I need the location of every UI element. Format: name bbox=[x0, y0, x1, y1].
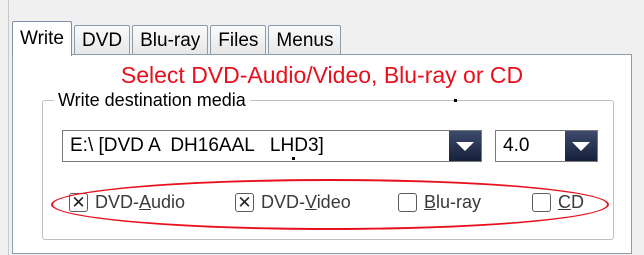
tab-dvd[interactable]: DVD bbox=[73, 25, 131, 55]
drive-dropdown[interactable]: E:\ [DVD A DH16AAL LHD3] bbox=[62, 130, 482, 162]
blu-ray-checkbox[interactable] bbox=[398, 192, 417, 212]
write-tab-panel: Select DVD-Audio/Video, Blu-ray or CD Wr… bbox=[12, 54, 632, 254]
blu-ray-option[interactable]: Blu-ray bbox=[398, 188, 481, 216]
tab-strip: Write DVD Blu-ray Files Menus bbox=[12, 19, 343, 56]
dvd-audio-checkbox[interactable]: ✕ bbox=[69, 192, 88, 212]
group-legend: Write destination media bbox=[54, 89, 250, 111]
dvd-video-label: DVD-Video bbox=[261, 191, 351, 212]
dvd-video-option[interactable]: ✕ DVD-Video bbox=[235, 188, 351, 216]
write-destination-group: Write destination media E:\ [DVD A DH16A… bbox=[42, 89, 614, 240]
stray-dot bbox=[292, 157, 295, 160]
dvd-audio-label: DVD-Audio bbox=[95, 191, 186, 212]
drive-dropdown-button[interactable] bbox=[449, 131, 481, 161]
tab-write[interactable]: Write bbox=[12, 21, 72, 56]
tab-menus[interactable]: Menus bbox=[268, 25, 342, 55]
cd-checkbox[interactable] bbox=[532, 192, 551, 212]
tab-blu-ray[interactable]: Blu-ray bbox=[132, 25, 209, 55]
cd-option[interactable]: CD bbox=[532, 188, 584, 216]
window-edge bbox=[0, 0, 9, 255]
stray-dot bbox=[454, 99, 457, 102]
speed-value: 4.0 bbox=[503, 135, 530, 156]
instruction-annotation: Select DVD-Audio/Video, Blu-ray or CD bbox=[120, 62, 524, 88]
chevron-down-icon bbox=[456, 141, 474, 151]
dvd-audio-option[interactable]: ✕ DVD-Audio bbox=[69, 188, 185, 216]
blu-ray-label: Blu-ray bbox=[424, 191, 482, 212]
speed-dropdown-button[interactable] bbox=[565, 131, 597, 161]
speed-dropdown[interactable]: 4.0 bbox=[495, 130, 598, 162]
drive-value: E:\ [DVD A DH16AAL LHD3] bbox=[70, 135, 324, 156]
tab-files[interactable]: Files bbox=[210, 25, 267, 55]
cd-label: CD bbox=[558, 191, 584, 212]
dvd-video-checkbox[interactable]: ✕ bbox=[235, 192, 254, 212]
chevron-down-icon bbox=[572, 141, 590, 151]
